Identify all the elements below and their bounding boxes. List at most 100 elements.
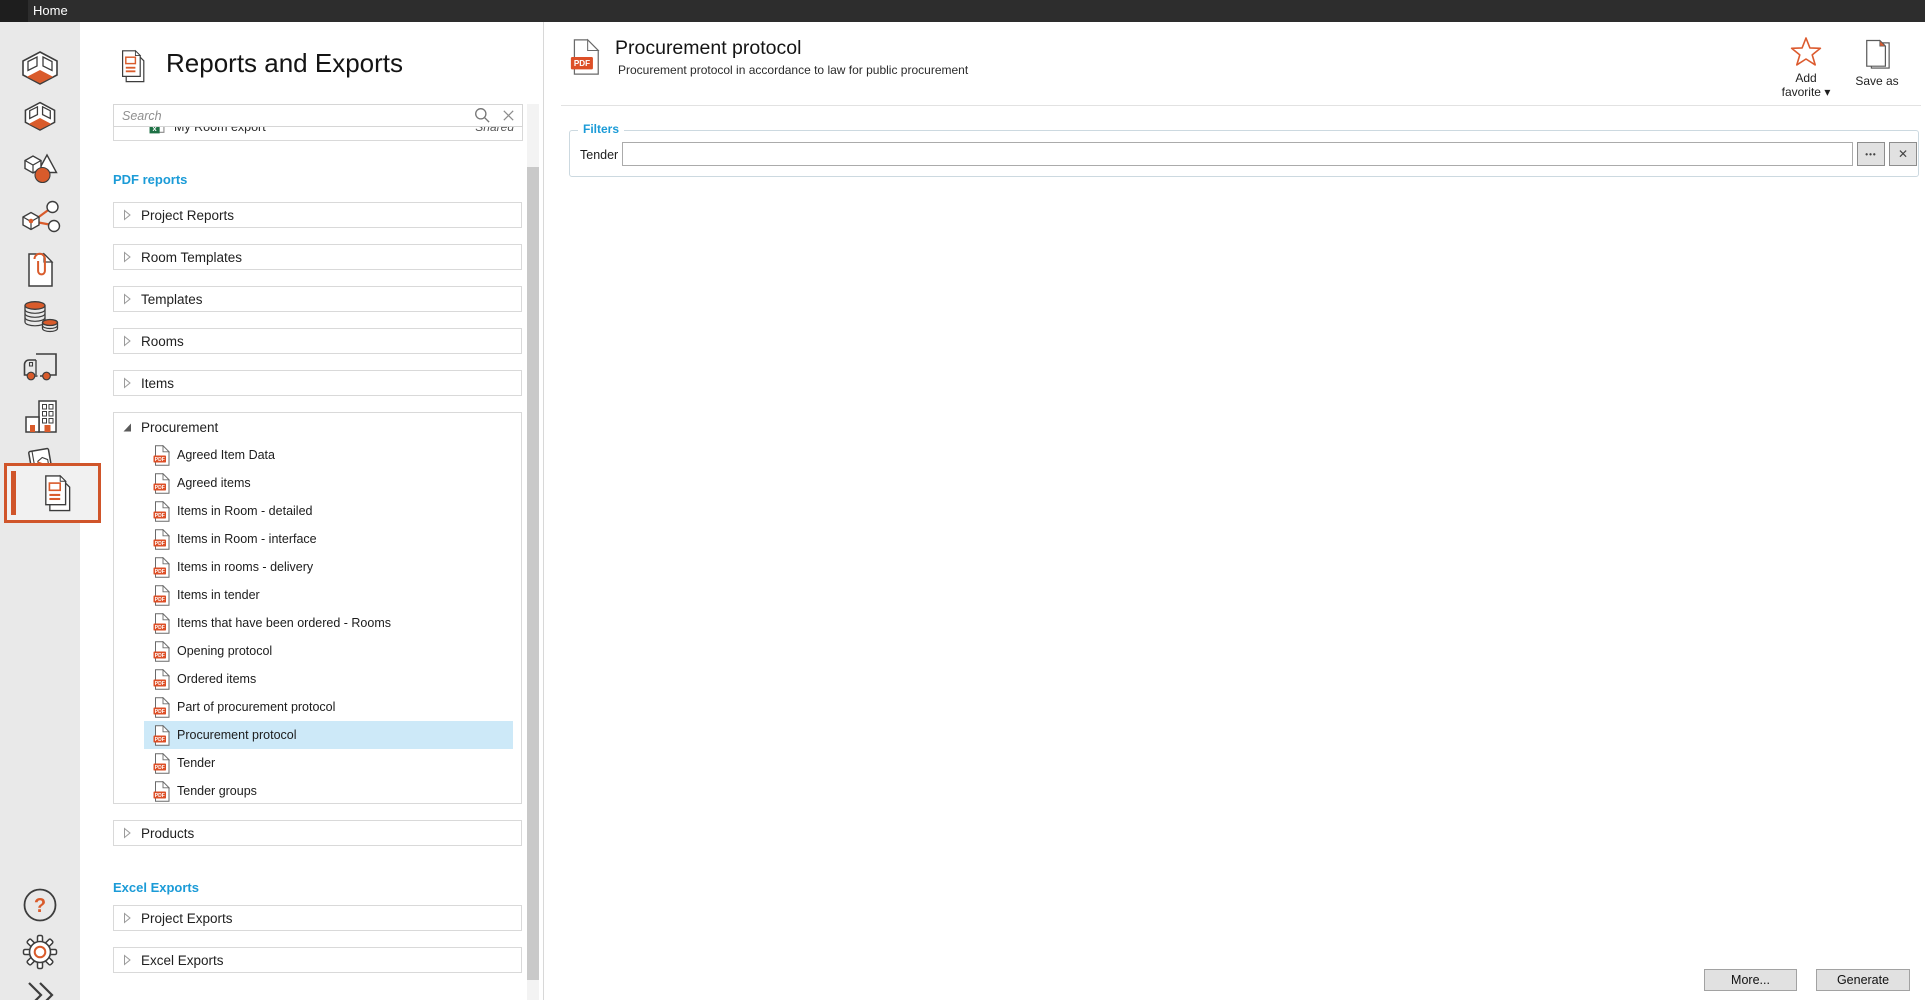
pdf-file-icon: PDF (153, 445, 170, 466)
report-item-row[interactable]: PDF Items in Room - interface (144, 525, 513, 553)
pdf-file-icon: PDF (153, 613, 170, 634)
save-as-button[interactable]: Save as (1848, 38, 1906, 88)
reports-header-icon (113, 44, 145, 88)
report-item-row[interactable]: PDF Items in Room - detailed (144, 497, 513, 525)
list-scrollbar-thumb[interactable] (527, 167, 539, 980)
report-item-row[interactable]: PDF Agreed items (144, 469, 513, 497)
procurement-group-header[interactable]: Procurement (114, 413, 521, 441)
list-scrollbar (527, 104, 539, 1000)
chevron-right-icon (122, 912, 132, 924)
chevron-right-icon (122, 293, 132, 305)
report-title: Procurement protocol (615, 37, 801, 60)
svg-text:PDF: PDF (155, 624, 165, 630)
svg-text:PDF: PDF (155, 596, 165, 602)
title-bar: Home (0, 0, 1925, 22)
svg-text:PDF: PDF (155, 736, 165, 742)
report-group-row[interactable]: Templates (113, 286, 522, 312)
sidebar-item-reports-active[interactable] (4, 463, 101, 523)
active-indicator-bar (11, 471, 16, 515)
help-icon[interactable]: ? (0, 886, 80, 924)
section-header-excel-exports: Excel Exports (113, 880, 199, 895)
procurement-item-list: PDF Agreed Item Data PDF Agreed items (114, 441, 521, 805)
detail-panel: PDF Procurement protocol Procurement pro… (545, 22, 1925, 1000)
chevron-right-icon (122, 209, 132, 221)
logistics-icon[interactable] (0, 346, 80, 384)
filters-legend: Filters (578, 122, 624, 136)
report-item-row[interactable]: PDF Opening protocol (144, 637, 513, 665)
clipped-list-row[interactable]: x My Room export Shared (113, 127, 523, 141)
pdf-file-icon: PDF (153, 781, 170, 802)
report-item-row[interactable]: PDF Agreed Item Data (144, 441, 513, 469)
pdf-file-icon-large: PDF (570, 38, 600, 76)
save-as-icon (1863, 38, 1891, 72)
pdf-file-icon: PDF (153, 585, 170, 606)
caret-down-icon: ▾ (1824, 85, 1830, 99)
section-header-pdf-reports: PDF reports (113, 172, 187, 187)
svg-text:PDF: PDF (155, 708, 165, 714)
export-group-row[interactable]: Project Exports (113, 905, 522, 931)
svg-text:PDF: PDF (155, 512, 165, 518)
items-icon[interactable] (0, 148, 80, 188)
filters-groupbox: Filters Tender ••• ✕ (569, 130, 1919, 177)
shared-badge: Shared (475, 127, 514, 134)
excel-group-list: Project Exports Excel Exports (113, 905, 522, 973)
procurement-group: Procurement PDF Agreed Item Data (113, 412, 522, 804)
pdf-file-icon: PDF (153, 501, 170, 522)
tender-browse-button[interactable]: ••• (1857, 142, 1885, 166)
report-item-row[interactable]: PDF Part of procurement protocol (144, 693, 513, 721)
tender-input[interactable] (622, 142, 1853, 166)
report-group-row[interactable]: Project Reports (113, 202, 522, 228)
reports-panel: Reports and Exports x My Room export Sha… (80, 22, 544, 1000)
svg-text:PDF: PDF (155, 540, 165, 546)
pdf-file-icon: PDF (153, 641, 170, 662)
report-item-row[interactable]: PDF Ordered items (144, 665, 513, 693)
tender-clear-button[interactable]: ✕ (1889, 142, 1917, 166)
report-item-row[interactable]: PDF Tender groups (144, 777, 513, 805)
attachments-icon[interactable] (0, 247, 80, 289)
report-item-row[interactable]: PDF Items in tender (144, 581, 513, 609)
add-favorite-label: Add favorite ▾ (1765, 71, 1847, 99)
search-input[interactable] (113, 104, 523, 127)
expand-icon[interactable] (0, 978, 80, 1000)
add-favorite-button[interactable]: Add favorite ▾ (1765, 36, 1847, 99)
svg-text:PDF: PDF (155, 568, 165, 574)
report-subtitle: Procurement protocol in accordance to la… (618, 63, 968, 77)
report-group-row[interactable]: Rooms (113, 328, 522, 354)
svg-text:PDF: PDF (574, 59, 590, 68)
chevron-right-icon (122, 827, 132, 839)
pdf-file-icon: PDF (153, 697, 170, 718)
generate-button[interactable]: Generate (1816, 969, 1910, 991)
report-group-row[interactable]: Products (113, 820, 522, 846)
save-as-label: Save as (1848, 74, 1906, 88)
systems-icon[interactable] (0, 198, 80, 238)
search-icon[interactable] (474, 107, 491, 124)
svg-text:PDF: PDF (155, 484, 165, 490)
svg-text:PDF: PDF (155, 456, 165, 462)
report-item-row[interactable]: PDF Procurement protocol (144, 721, 513, 749)
report-item-row[interactable]: PDF Items in rooms - delivery (144, 553, 513, 581)
report-group-row[interactable]: Items (113, 370, 522, 396)
pdf-file-icon: PDF (153, 529, 170, 550)
search-box (113, 104, 523, 127)
tab-home[interactable]: Home (33, 0, 68, 22)
report-group-row[interactable]: Room Templates (113, 244, 522, 270)
chevron-right-icon (122, 335, 132, 347)
more-button[interactable]: More... (1704, 969, 1797, 991)
rooms-icon[interactable] (0, 49, 80, 91)
excel-file-icon: x (149, 127, 165, 135)
chevron-expanded-icon (122, 422, 132, 433)
buildings-icon[interactable] (0, 396, 80, 436)
finance-icon[interactable] (0, 296, 80, 338)
svg-text:PDF: PDF (155, 792, 165, 798)
chevron-right-icon (122, 954, 132, 966)
search-clear-icon[interactable] (501, 108, 516, 123)
settings-icon[interactable] (0, 932, 80, 972)
reports-icon (35, 472, 71, 514)
products-group-list: Products (113, 820, 522, 846)
svg-text:PDF: PDF (155, 652, 165, 658)
report-item-row[interactable]: PDF Items that have been ordered - Rooms (144, 609, 513, 637)
report-item-row[interactable]: PDF Tender (144, 749, 513, 777)
room-templates-icon[interactable] (0, 100, 80, 136)
tender-label: Tender (580, 148, 618, 162)
export-group-row[interactable]: Excel Exports (113, 947, 522, 973)
